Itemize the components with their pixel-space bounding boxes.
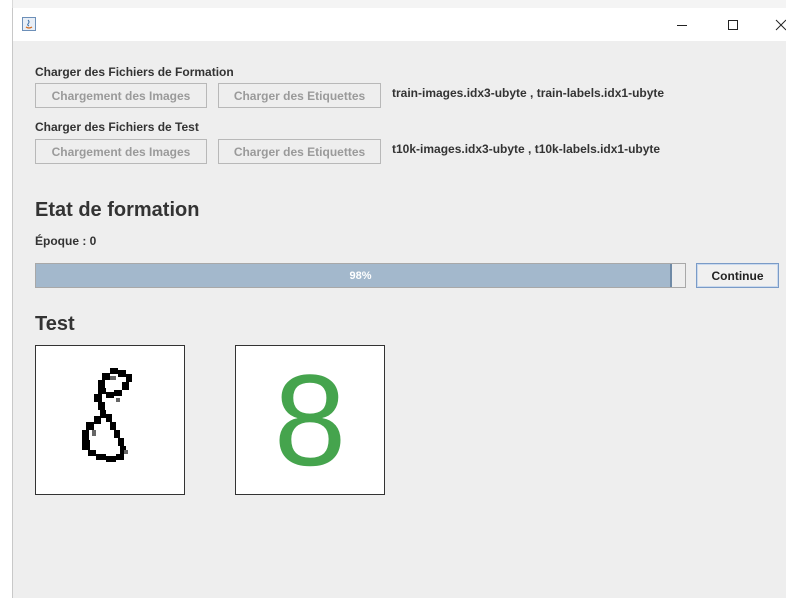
test-load-labels-button[interactable]: Charger des Etiquettes — [218, 139, 381, 164]
training-load-images-button[interactable]: Chargement des Images — [35, 83, 207, 108]
test-heading: Test — [35, 313, 75, 335]
continue-button[interactable]: Continue — [696, 263, 779, 288]
java-app-icon — [22, 17, 36, 31]
app-window: Charger des Fichiers de Formation Charge… — [12, 8, 786, 598]
progress-text: 98% — [349, 269, 372, 282]
prediction-digit: 8 — [273, 347, 347, 493]
title-bar — [13, 8, 786, 41]
test-load-images-button[interactable]: Chargement des Images — [35, 139, 207, 164]
training-files-text: train-images.idx3-ubyte , train-labels.i… — [392, 86, 665, 100]
training-load-labels-button[interactable]: Charger des Etiquettes — [218, 83, 381, 108]
test-files-text: t10k-images.idx3-ubyte , t10k-labels.idx… — [392, 142, 661, 156]
maximize-icon[interactable] — [710, 8, 756, 41]
training-state-heading: Etat de formation — [35, 199, 200, 221]
minimize-icon[interactable] — [659, 8, 705, 41]
training-progress-bar: 98% — [35, 263, 686, 288]
training-files-label: Charger des Fichiers de Formation — [35, 65, 234, 79]
close-icon[interactable] — [758, 8, 786, 41]
prediction-panel: 8 — [235, 345, 385, 495]
test-files-label: Charger des Fichiers de Test — [35, 120, 199, 134]
epoch-label: Époque : 0 — [35, 234, 97, 248]
test-digit-image — [35, 345, 185, 495]
